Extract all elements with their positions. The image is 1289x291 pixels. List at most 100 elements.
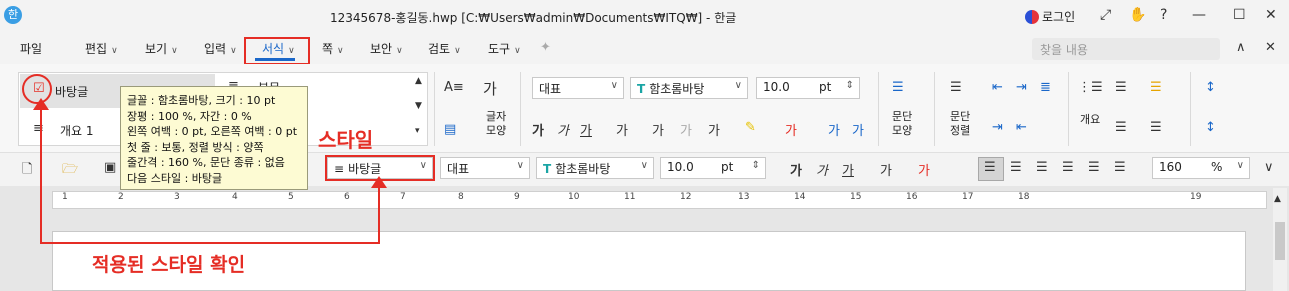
separator	[1068, 72, 1069, 146]
help-icon[interactable]: ?	[1160, 7, 1167, 23]
ruler-number: 19	[1190, 192, 1202, 202]
line-spacing-icon[interactable]: ≣	[1040, 80, 1051, 95]
char-shape-button[interactable]: 글자 모양	[486, 110, 506, 138]
hand-cursor-icon[interactable]: ✋	[1129, 7, 1146, 23]
bold-icon[interactable]: 가	[790, 160, 802, 179]
fullscreen-icon[interactable]: ⤢	[1100, 7, 1111, 23]
style-add-icon[interactable]: A≡	[444, 80, 464, 95]
maximize-icon[interactable]: ☐	[1233, 7, 1246, 23]
ruler-number: 11	[624, 192, 636, 202]
account-icon	[1025, 10, 1039, 24]
italic-icon[interactable]: 가	[557, 120, 569, 139]
ruler-number: 9	[514, 192, 520, 202]
strikethrough-icon[interactable]: 가	[880, 160, 892, 179]
ruler-number: 14	[794, 192, 806, 202]
align-right-icon[interactable]: ☰	[1062, 160, 1074, 175]
gallery-scroll-up-icon[interactable]: ▲	[415, 76, 422, 86]
font-lang-select[interactable]: 대표 ∨	[440, 157, 530, 179]
ruler-number: 2	[118, 192, 124, 202]
annotation-line-right	[378, 183, 380, 244]
find-input[interactable]: 찾을 내용	[1032, 38, 1220, 60]
subscript-icon[interactable]: 가	[680, 120, 692, 139]
underline-icon[interactable]: 가	[842, 160, 854, 179]
window-title: 12345678-홍길동.hwp [C:₩Users₩admin₩Documen…	[330, 11, 737, 25]
gallery-scroll-down-icon[interactable]: ▼	[415, 101, 422, 111]
underline-icon[interactable]: 가	[580, 120, 592, 139]
sort-icon[interactable]: ↕	[1205, 80, 1216, 95]
annotation-style-label: 스타일	[318, 128, 374, 152]
ruler-number: 7	[400, 192, 406, 202]
menu-edit[interactable]: 편집 ∨	[85, 40, 118, 57]
style-gallery-item-basic[interactable]: 바탕글	[55, 83, 88, 100]
menu-security[interactable]: 보안 ∨	[370, 40, 403, 57]
numbering-icon[interactable]: ☰	[1115, 120, 1127, 135]
ruler-number: 17	[962, 192, 974, 202]
strikethrough-icon[interactable]: 가	[616, 120, 628, 139]
style-manage-icon[interactable]: ▤	[444, 122, 456, 137]
para-shape-button[interactable]: 문단 모양	[892, 110, 912, 138]
open-folder-icon[interactable]: 🗁	[62, 160, 78, 182]
first-line-icon[interactable]: ⇥	[992, 120, 1003, 135]
outline-level-icon[interactable]: ☰	[1150, 120, 1162, 135]
char-spacing-decrease-icon[interactable]: 가	[828, 120, 840, 139]
scrollbar-thumb[interactable]	[1275, 222, 1285, 260]
align-left-icon[interactable]: ☰	[1010, 160, 1022, 175]
tooltip-line: 장평 : 100 %, 자간 : 0 %	[127, 109, 252, 123]
scroll-up-icon[interactable]: ▲	[1274, 194, 1281, 204]
font-name-select[interactable]: T 함초롬바탕 ∨	[536, 157, 654, 179]
superscript-icon[interactable]: 가	[652, 120, 664, 139]
minimize-icon[interactable]: —	[1192, 7, 1206, 23]
para-order-icon[interactable]: ☰	[950, 80, 962, 95]
sort-desc-icon[interactable]: ↕	[1205, 120, 1216, 135]
ribbon-font-size-input[interactable]: 10.0 pt ⇕	[756, 77, 860, 99]
align-center-icon[interactable]: ☰	[1036, 160, 1048, 175]
hanging-indent-icon[interactable]: ⇤	[1016, 120, 1027, 135]
font-size-input[interactable]: 10.0 pt ⇕	[660, 157, 766, 179]
char-shape-icon[interactable]: 가	[483, 78, 497, 99]
outline-button[interactable]: 개요	[1080, 111, 1100, 127]
toolbar-expand-icon[interactable]: ∨	[1264, 160, 1274, 175]
menu-input[interactable]: 입력 ∨	[204, 40, 237, 57]
outline-numbering-icon[interactable]: ⋮☰	[1078, 80, 1103, 95]
format-menu-highlight	[244, 37, 310, 65]
divide-icon[interactable]: ☰	[1114, 160, 1126, 175]
para-shape-icon[interactable]: ☰	[892, 80, 904, 95]
justify-icon[interactable]: ☰	[984, 160, 996, 175]
style-gallery-item-outline1[interactable]: 개요 1	[60, 122, 94, 139]
char-spacing-increase-icon[interactable]: 가	[852, 120, 864, 139]
new-document-icon[interactable]: 🗋	[22, 160, 32, 182]
menu-review[interactable]: 검토 ∨	[428, 40, 461, 57]
font-color-icon[interactable]: 가	[785, 120, 797, 139]
save-icon[interactable]: ▣	[104, 160, 116, 175]
bullets-icon[interactable]: ☰	[1115, 80, 1127, 95]
hwp-app-icon[interactable]: 한	[4, 6, 22, 24]
highlight-icon[interactable]: ✎	[745, 120, 756, 135]
menu-page[interactable]: 쪽 ∨	[322, 40, 344, 57]
font-color-icon[interactable]: 가	[918, 160, 930, 179]
close-document-icon[interactable]: ✕	[1265, 40, 1276, 55]
collapse-ribbon-icon[interactable]: ∧	[1236, 40, 1246, 55]
distribute-icon[interactable]: ☰	[1088, 160, 1100, 175]
ruler-number: 18	[1018, 192, 1030, 202]
char-border-icon[interactable]: 가	[708, 120, 720, 139]
menu-view[interactable]: 보기 ∨	[145, 40, 178, 57]
zoom-input[interactable]: 160% ∨	[1152, 157, 1250, 179]
para-order-button[interactable]: 문단 정렬	[950, 110, 970, 138]
gallery-expand-icon[interactable]: ▾	[415, 126, 420, 136]
indent-icon[interactable]: ⇤	[992, 80, 1003, 95]
ribbon-font-name-select[interactable]: T 함초롬바탕 ∨	[630, 77, 748, 99]
menu-tools[interactable]: 도구 ∨	[488, 40, 521, 57]
puzzle-icon[interactable]: ✦	[540, 40, 551, 55]
outdent-icon[interactable]: ⇥	[1016, 80, 1027, 95]
separator	[520, 72, 521, 146]
close-icon[interactable]: ✕	[1265, 7, 1277, 23]
menu-file[interactable]: 파일	[20, 40, 42, 57]
ruler-number: 6	[344, 192, 350, 202]
ruler-number: 10	[568, 192, 580, 202]
bold-icon[interactable]: 가	[532, 120, 544, 139]
annotation-arrow-up-left	[33, 98, 49, 110]
italic-icon[interactable]: 가	[816, 160, 828, 179]
login-button[interactable]: 로그인	[1025, 8, 1075, 25]
ribbon-font-lang-select[interactable]: 대표 ∨	[532, 77, 624, 99]
picture-bullets-icon[interactable]: ☰	[1150, 80, 1162, 95]
